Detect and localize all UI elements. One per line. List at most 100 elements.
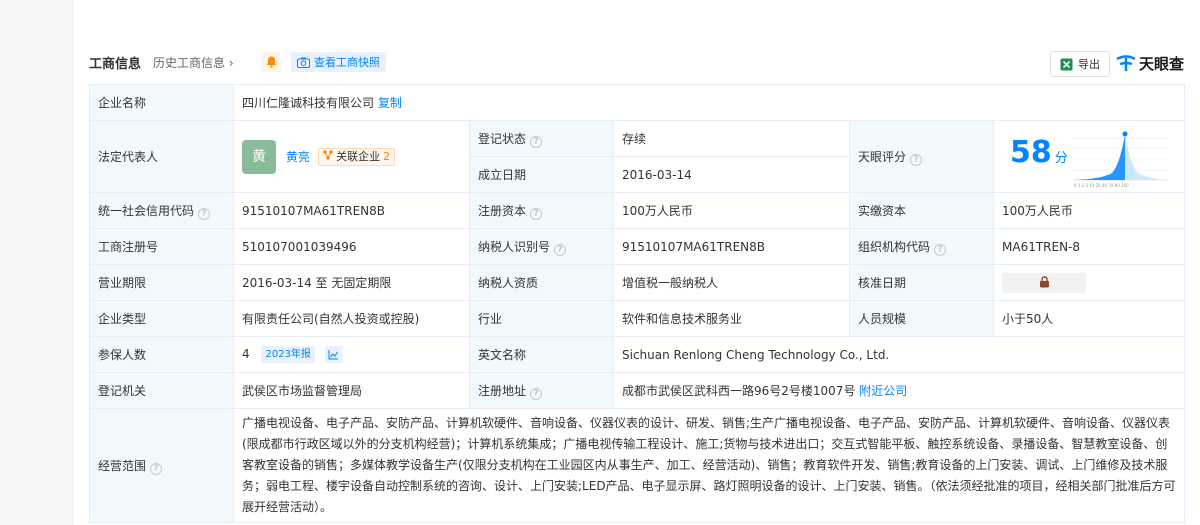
address-cell: 成都市武侯区武科西一路96号2号楼1007号 附近公司 xyxy=(612,372,1186,409)
status-label: 登记状态 xyxy=(478,131,527,146)
english-name-label: 英文名称 xyxy=(469,336,614,373)
founded-value: 2016-03-14 xyxy=(613,156,850,193)
question-icon[interactable]: ? xyxy=(910,153,923,166)
table-row: 营业期限 2016-03-14 至 无固定期限 纳税人资质 增值税一般纳税人 核… xyxy=(89,264,1186,301)
reg-no-label: 工商注册号 xyxy=(89,228,234,265)
history-link-label[interactable]: 历史工商信息 xyxy=(153,56,225,70)
camera-icon xyxy=(297,57,310,68)
taxpayer-id-label-cell: 纳税人识别号? xyxy=(469,228,614,265)
taxpayer-id-value: 91510107MA61TREN8B xyxy=(613,228,850,265)
english-name-value: Sichuan Renlong Cheng Technology Co., Lt… xyxy=(612,336,1186,373)
company-name-label: 企业名称 xyxy=(89,84,234,121)
term-label: 营业期限 xyxy=(89,264,234,301)
question-icon[interactable]: ? xyxy=(530,135,543,148)
question-icon[interactable]: ? xyxy=(554,243,567,256)
table-row: 经营范围? 广播电视设备、电子产品、安防产品、计算机软硬件、音响设备、仪器仪表的… xyxy=(89,408,1186,523)
locked-value[interactable] xyxy=(1002,272,1086,293)
legal-rep-name[interactable]: 黄亮 xyxy=(286,150,310,164)
related-label[interactable]: 关联企业 xyxy=(336,150,380,163)
question-icon[interactable]: ? xyxy=(198,207,211,220)
related-companies-tag[interactable]: 关联企业 2 xyxy=(317,147,396,166)
bell-icon[interactable] xyxy=(261,52,281,72)
score-unit: 分 xyxy=(1054,150,1068,166)
company-name-cell: 四川仁隆诚科技有限公司 复制 xyxy=(232,84,1186,121)
relation-icon xyxy=(323,149,333,160)
section-title: 工商信息 xyxy=(89,57,142,72)
annual-report-tag[interactable]: 2023年报 xyxy=(261,346,315,363)
staff-value: 小于50人 xyxy=(992,300,1186,337)
staff-label: 人员规模 xyxy=(849,300,994,337)
trend-chart-icon[interactable] xyxy=(324,346,343,363)
insured-cell: 4 2023年报 xyxy=(233,336,470,373)
business-info-panel: 工商信息 历史工商信息 › 查看工商快照 导出 天眼查 企业名称 四川仁隆诚科技… xyxy=(74,0,1200,525)
term-value: 2016-03-14 至 无固定期限 xyxy=(233,264,470,301)
taxpayer-qual-label: 纳税人资质 xyxy=(469,264,614,301)
brand-logo: 天眼查 xyxy=(1116,51,1184,75)
chevron-right-icon: › xyxy=(228,56,234,70)
lock-icon xyxy=(1039,275,1049,287)
svg-text:0 1 2 3 10 20 40 70 90: 0 1 2 3 10 20 40 70 90 100 xyxy=(1074,183,1129,188)
approve-date-cell xyxy=(992,264,1186,301)
address-label: 注册地址 xyxy=(478,383,527,398)
copy-button[interactable]: 复制 xyxy=(378,96,402,110)
section-header: 工商信息 历史工商信息 › 查看工商快照 导出 天眼查 xyxy=(89,48,1200,78)
brand-name: 天眼查 xyxy=(1138,54,1184,73)
history-link[interactable]: 历史工商信息 › xyxy=(153,54,234,71)
table-row: 法定代表人 黄 黄亮 关联企业 2 登记状态? 存续 天眼评分? 58 分 0 … xyxy=(89,120,1186,193)
type-value: 有限责任公司(自然人投资或控股) xyxy=(233,300,470,337)
scope-value: 广播电视设备、电子产品、安防产品、计算机软硬件、音响设备、仪器仪表的设计、研发、… xyxy=(232,408,1186,523)
table-row: 企业类型 有限责任公司(自然人投资或控股) 行业 软件和信息技术服务业 人员规模… xyxy=(89,300,1186,337)
scope-label-cell: 经营范围? xyxy=(89,408,234,523)
question-icon[interactable]: ? xyxy=(530,387,543,400)
table-row: 工商注册号 510107001039496 纳税人识别号? 91510107MA… xyxy=(89,228,1186,265)
legal-rep-label: 法定代表人 xyxy=(89,120,234,193)
taxpayer-qual-value: 增值税一般纳税人 xyxy=(613,264,850,301)
score-distribution-chart: 0 1 2 3 10 20 40 70 90 100 xyxy=(1074,131,1168,188)
org-code-label: 组织机构代码 xyxy=(858,239,931,254)
insured-value: 4 xyxy=(242,347,250,361)
type-label: 企业类型 xyxy=(89,300,234,337)
table-row: 统一社会信用代码? 91510107MA61TREN8B 注册资本? 100万人… xyxy=(89,192,1186,229)
scope-label: 经营范围 xyxy=(98,458,147,473)
question-icon[interactable]: ? xyxy=(530,207,543,220)
excel-icon xyxy=(1060,58,1073,70)
credit-code-label-cell: 统一社会信用代码? xyxy=(89,192,234,229)
brand-logo-icon xyxy=(1116,55,1136,71)
nearby-companies-link[interactable]: 附近公司 xyxy=(859,384,907,398)
score-label-cell: 天眼评分? xyxy=(849,120,994,193)
table-row: 参保人数 4 2023年报 英文名称 Sichuan Renlong Cheng… xyxy=(89,336,1186,373)
authority-value: 武侯区市场监督管理局 xyxy=(233,372,470,409)
snapshot-button[interactable]: 查看工商快照 xyxy=(291,52,386,72)
legal-rep-cell: 黄 黄亮 关联企业 2 xyxy=(233,120,470,193)
address-value: 成都市武侯区武科西一路96号2号楼1007号 xyxy=(622,384,856,398)
business-info-table: 企业名称 四川仁隆诚科技有限公司 复制 法定代表人 黄 黄亮 关联企业 2 登记状… xyxy=(89,84,1186,523)
table-row: 企业名称 四川仁隆诚科技有限公司 复制 xyxy=(89,84,1186,121)
paid-capital-label: 实缴资本 xyxy=(849,192,994,229)
score-value: 58 xyxy=(1010,134,1052,170)
org-code-label-cell: 组织机构代码? xyxy=(849,228,994,265)
table-row: 登记机关 武侯区市场监督管理局 注册地址? 成都市武侯区武科西一路96号2号楼1… xyxy=(89,372,1186,409)
question-icon[interactable]: ? xyxy=(934,243,947,256)
score-label: 天眼评分 xyxy=(858,149,907,164)
insured-label: 参保人数 xyxy=(89,336,234,373)
export-button[interactable]: 导出 xyxy=(1050,51,1110,77)
industry-label: 行业 xyxy=(469,300,614,337)
related-count[interactable]: 2 xyxy=(383,150,390,163)
export-button-label[interactable]: 导出 xyxy=(1078,56,1100,72)
avatar[interactable]: 黄 xyxy=(242,139,276,174)
snapshot-button-label[interactable]: 查看工商快照 xyxy=(314,54,380,70)
company-name: 四川仁隆诚科技有限公司 xyxy=(242,96,375,110)
status-value: 存续 xyxy=(613,120,850,157)
credit-code-label: 统一社会信用代码 xyxy=(98,203,195,218)
question-icon[interactable]: ? xyxy=(150,462,163,475)
reg-no-value: 510107001039496 xyxy=(233,228,470,265)
credit-code-value: 91510107MA61TREN8B xyxy=(233,192,470,229)
industry-value: 软件和信息技术服务业 xyxy=(613,300,850,337)
founded-label: 成立日期 xyxy=(469,156,614,193)
org-code-value: MA61TREN-8 xyxy=(992,228,1186,265)
address-label-cell: 注册地址? xyxy=(469,372,614,409)
reg-capital-value: 100万人民币 xyxy=(613,192,850,229)
reg-capital-label-cell: 注册资本? xyxy=(469,192,614,229)
score-cell[interactable]: 58 分 0 1 2 3 10 20 40 70 90 100 xyxy=(992,120,1186,193)
approve-date-label: 核准日期 xyxy=(849,264,994,301)
